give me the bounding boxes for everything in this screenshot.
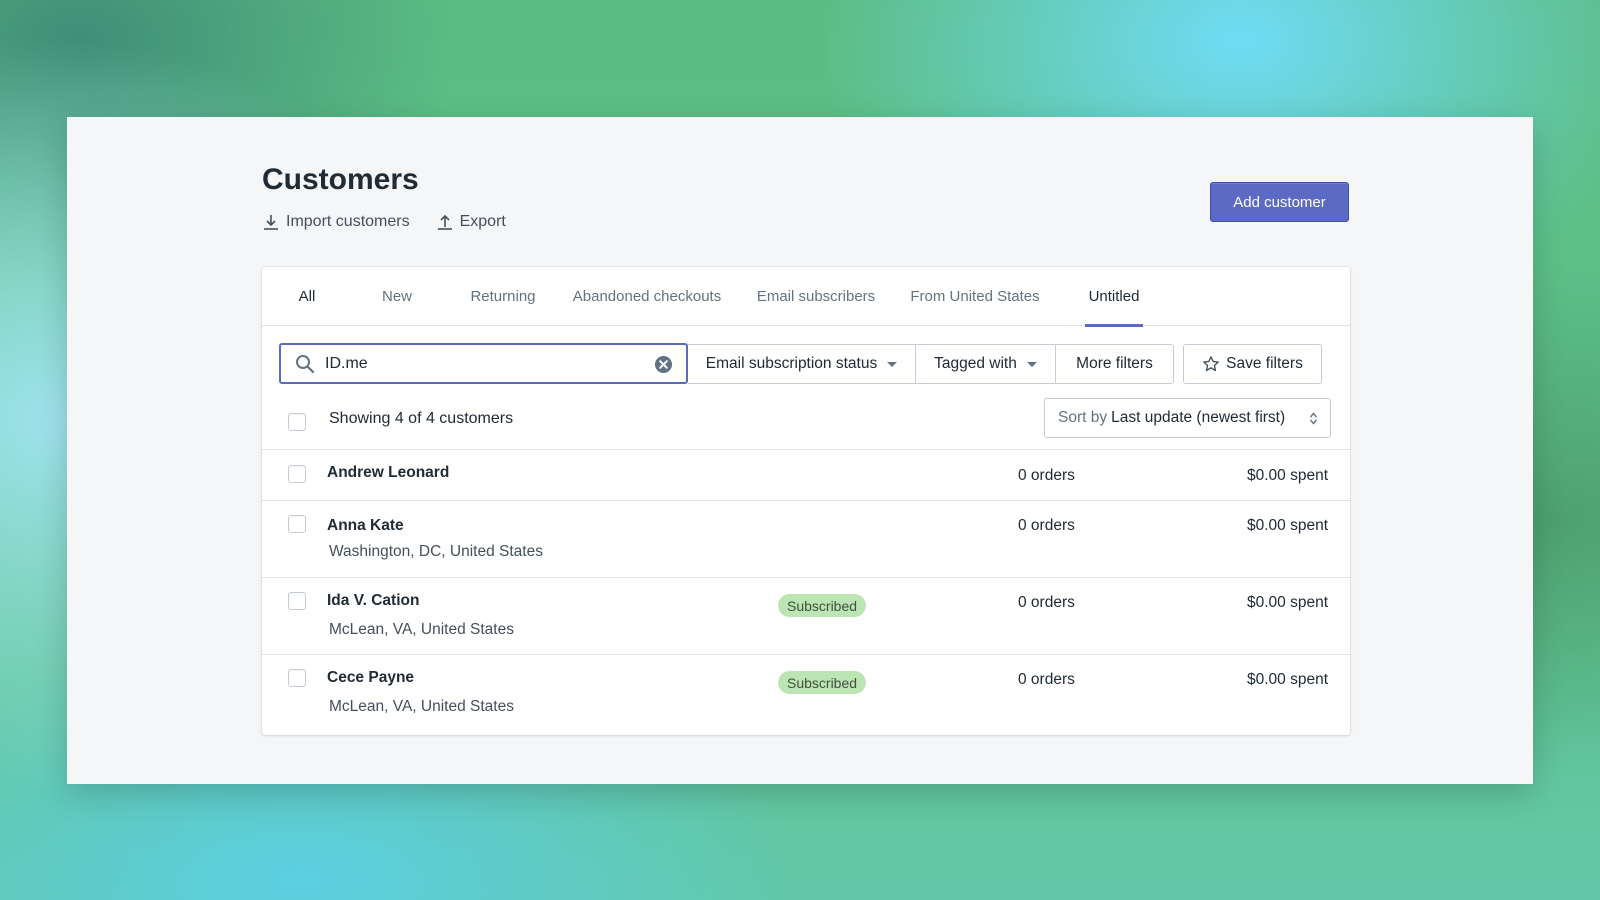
search-icon — [296, 355, 315, 374]
tab-new[interactable]: New — [374, 267, 420, 326]
tagged-with-label: Tagged with — [934, 355, 1017, 372]
import-customers-label: Import customers — [286, 213, 410, 230]
row-checkbox[interactable] — [288, 669, 306, 687]
tab-untitled[interactable]: Untitled — [1085, 267, 1143, 327]
sort-arrows-icon — [1310, 412, 1317, 425]
customer-spent: $0.00 spent — [1246, 671, 1328, 688]
download-icon — [264, 215, 278, 230]
tab-email-subscribers[interactable]: Email subscribers — [749, 267, 883, 326]
customer-row[interactable]: Anna Kate Washington, DC, United States … — [262, 501, 1350, 578]
customer-name: Anna Kate — [327, 517, 404, 534]
select-all-checkbox[interactable] — [288, 413, 306, 431]
export-label: Export — [459, 213, 506, 230]
search-field — [279, 343, 688, 384]
save-filters-button[interactable]: Save filters — [1183, 344, 1322, 384]
tab-all[interactable]: All — [282, 267, 332, 326]
customer-location: McLean, VA, United States — [329, 621, 514, 638]
add-customer-button[interactable]: Add customer — [1210, 182, 1349, 222]
customer-name: Andrew Leonard — [327, 464, 450, 481]
email-subscription-status-label: Email subscription status — [705, 355, 878, 372]
customer-orders: 0 orders — [1018, 594, 1075, 611]
customer-row[interactable]: Ida V. Cation McLean, VA, United States … — [262, 578, 1350, 655]
tagged-with-filter[interactable]: Tagged with — [915, 344, 1056, 384]
search-input[interactable] — [325, 353, 625, 375]
customer-row[interactable]: Cece Payne McLean, VA, United States Sub… — [262, 655, 1350, 735]
customer-spent: $0.00 spent — [1246, 594, 1328, 611]
customer-spent: $0.00 spent — [1246, 467, 1328, 484]
customers-card: All New Returning Abandoned checkouts Em… — [262, 267, 1350, 735]
customer-orders: 0 orders — [1018, 517, 1075, 534]
save-filters-label: Save filters — [1226, 355, 1303, 372]
tab-from-united-states[interactable]: From United States — [902, 267, 1048, 326]
row-checkbox[interactable] — [288, 465, 306, 483]
star-icon — [1203, 356, 1220, 372]
header-actions: Import customers Export — [262, 213, 506, 231]
status-badge: Subscribed — [778, 671, 867, 694]
email-subscription-status-filter[interactable]: Email subscription status — [688, 344, 916, 384]
row-checkbox[interactable] — [288, 515, 306, 533]
showing-count: Showing 4 of 4 customers — [329, 410, 514, 427]
row-checkbox[interactable] — [288, 592, 306, 610]
sort-select[interactable]: Sort by Last update (newest first) — [1044, 398, 1331, 438]
page-title: Customers — [262, 163, 419, 196]
tab-returning[interactable]: Returning — [460, 267, 546, 326]
customer-location: Washington, DC, United States — [329, 543, 543, 560]
caret-down-icon — [887, 361, 898, 367]
customer-row[interactable]: Andrew Leonard 0 orders $0.00 spent — [262, 451, 1350, 501]
more-filters-label: More filters — [1076, 355, 1153, 372]
upload-icon — [437, 214, 452, 230]
import-customers-button[interactable]: Import customers — [262, 213, 410, 231]
sort-prefix: Sort by — [1058, 409, 1108, 426]
status-badge: Subscribed — [778, 594, 867, 617]
export-button[interactable]: Export — [436, 213, 506, 231]
tab-bar: All New Returning Abandoned checkouts Em… — [262, 267, 1350, 327]
list-header: Showing 4 of 4 customers Sort by Last up… — [262, 398, 1350, 450]
customer-location: McLean, VA, United States — [329, 698, 514, 715]
caret-down-icon — [1026, 361, 1037, 367]
customer-name: Cece Payne — [327, 669, 415, 686]
customer-orders: 0 orders — [1018, 467, 1075, 484]
clear-circle-icon[interactable] — [654, 355, 673, 374]
sort-value: Last update (newest first) — [1111, 409, 1286, 426]
more-filters-button[interactable]: More filters — [1055, 344, 1174, 384]
tab-abandoned-checkouts[interactable]: Abandoned checkouts — [564, 267, 730, 326]
customer-spent: $0.00 spent — [1246, 517, 1328, 534]
app-window: Customers Import customers Export Add cu… — [67, 117, 1533, 784]
customer-name: Ida V. Cation — [327, 592, 420, 609]
customer-orders: 0 orders — [1018, 671, 1075, 688]
